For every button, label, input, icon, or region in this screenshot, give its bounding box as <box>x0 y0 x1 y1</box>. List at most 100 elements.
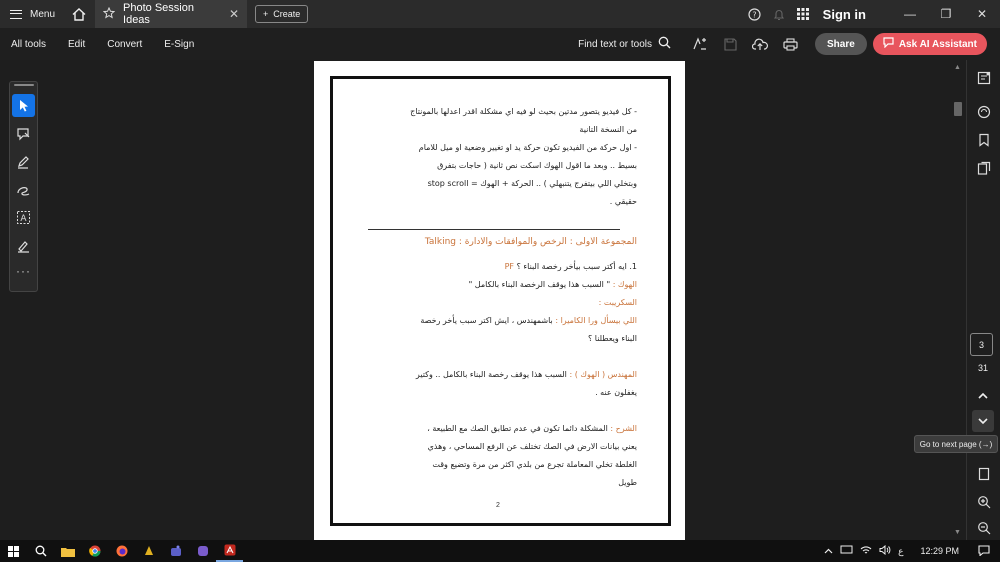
engineer-line: المهندس ( الهوك ) : السبب هذا يوقف رخصة … <box>377 366 637 384</box>
bullet-line: - اول حركة من الفيديو تكون حركة يد او تغ… <box>418 143 637 152</box>
comment-icon <box>17 127 30 140</box>
acrobat-icon[interactable] <box>216 540 243 562</box>
network-status-icon[interactable] <box>840 545 853 557</box>
hook-line: الهوك : " السبب هذا يوقف الرخصة البناء ب… <box>377 276 637 294</box>
apps-grid-icon[interactable] <box>791 8 815 20</box>
bookmarks-icon[interactable] <box>974 130 994 150</box>
close-window-button[interactable]: ✕ <box>964 7 1000 21</box>
taskbar-clock[interactable]: 12:29 PM <box>920 546 959 556</box>
hamburger-icon <box>10 9 22 19</box>
chrome-icon[interactable] <box>81 540 108 562</box>
windows-taskbar: ع 12:29 PM <box>0 540 1000 562</box>
ai-summary-icon[interactable] <box>974 68 994 88</box>
pen-highlight-icon <box>18 155 29 169</box>
search-icon <box>658 36 671 52</box>
teams-icon[interactable] <box>162 540 189 562</box>
notification-center-icon[interactable] <box>978 544 990 558</box>
wifi-icon[interactable] <box>860 545 872 557</box>
notification-bell-icon[interactable] <box>767 8 791 21</box>
hook-text: " السبب هذا يوقف الرخصة البناء بالكامل " <box>468 280 611 289</box>
start-windows-icon[interactable] <box>0 540 27 562</box>
scroll-down-arrow-icon[interactable]: ▼ <box>954 529 961 536</box>
svg-text:?: ? <box>753 10 757 19</box>
document-scrollbar[interactable]: ▲ ▼ <box>952 60 964 540</box>
text-box-tool[interactable]: A <box>12 206 35 229</box>
page-thumbnails-icon[interactable] <box>974 158 994 178</box>
upload-cloud-icon[interactable] <box>745 28 775 60</box>
more-tools-icon[interactable]: ··· <box>16 264 31 278</box>
question-block: 1. ايه أكتر سبب بيأخر رخصة البناء ؟ PF ا… <box>377 258 637 492</box>
signature-pen-icon <box>18 240 29 253</box>
scroll-up-arrow-icon[interactable]: ▲ <box>954 64 961 71</box>
freehand-draw-icon <box>17 186 30 196</box>
explain-line-cont: طويل <box>618 478 637 487</box>
comments-panel-icon[interactable] <box>974 102 994 122</box>
next-page-button[interactable] <box>972 410 994 432</box>
highlight-tool[interactable] <box>12 150 35 173</box>
onenote-icon[interactable] <box>189 540 216 562</box>
menu-button[interactable]: Menu <box>0 0 65 28</box>
engineer-text: السبب هذا يوقف رخصة البناء بالكامل .. وك… <box>415 370 567 379</box>
explain-line-cont: الغلطة تخلي المعاملة تجرع من بلدي اكثر م… <box>432 460 637 469</box>
create-label: Create <box>273 9 301 19</box>
esign-menu[interactable]: E-Sign <box>153 39 205 50</box>
all-tools-menu[interactable]: All tools <box>0 39 57 50</box>
cursor-arrow-icon <box>19 99 28 111</box>
input-language[interactable]: ع <box>898 546 903 557</box>
volume-icon[interactable] <box>879 544 891 557</box>
comment-tool[interactable] <box>12 122 35 145</box>
explain-label: الشرح : <box>610 424 637 433</box>
home-icon[interactable] <box>65 0 93 28</box>
engineer-line-cont: يغفلون عنه . <box>595 388 637 397</box>
tray-chevron-up-icon[interactable] <box>824 546 833 556</box>
text-box-icon: A <box>17 211 30 224</box>
bullet-line: حقيقي . <box>609 197 637 206</box>
page-export-icon[interactable] <box>974 464 994 484</box>
current-page-input[interactable]: 3 <box>970 333 993 356</box>
page-number: 2 <box>496 502 500 509</box>
find-label: Find text or tools <box>578 38 653 50</box>
star-icon[interactable] <box>102 6 116 22</box>
create-button[interactable]: + Create <box>255 5 309 23</box>
file-explorer-icon[interactable] <box>54 540 81 562</box>
tab-close-icon[interactable]: ✕ <box>229 7 239 21</box>
tab-title: Photo Session Ideas <box>123 2 194 26</box>
ai-label: Ask AI Assistant <box>898 38 977 50</box>
help-icon[interactable]: ? <box>743 7 767 21</box>
ask-ai-assistant-button[interactable]: Ask AI Assistant <box>872 33 987 55</box>
sign-in-button[interactable]: Sign in <box>823 7 866 22</box>
question-text: 1. ايه أكتر سبب بيأخر رخصة البناء ؟ <box>516 262 637 271</box>
minimize-button[interactable]: — <box>892 7 928 21</box>
tool-palette: A ··· <box>9 81 38 292</box>
sign-tool[interactable] <box>12 234 35 257</box>
palette-grip[interactable] <box>14 84 34 86</box>
share-button[interactable]: Share <box>815 33 867 55</box>
scrollbar-thumb[interactable] <box>954 102 962 116</box>
document-tab[interactable]: Photo Session Ideas ✕ <box>95 0 248 28</box>
select-tool[interactable] <box>12 94 35 117</box>
script-label: السكريبت : <box>598 298 637 307</box>
winamp-icon[interactable] <box>135 540 162 562</box>
edit-menu[interactable]: Edit <box>57 39 96 50</box>
search-taskbar-icon[interactable] <box>27 540 54 562</box>
hook-label: الهوك : <box>612 280 637 289</box>
ai-tools-icon[interactable] <box>685 28 715 60</box>
firefox-icon[interactable] <box>108 540 135 562</box>
draw-tool[interactable] <box>12 178 35 201</box>
zoom-in-icon[interactable] <box>974 492 994 512</box>
maximize-button[interactable]: ❐ <box>928 7 964 21</box>
chevron-down-icon <box>978 417 988 424</box>
plus-icon: + <box>263 9 269 19</box>
save-icon[interactable] <box>715 28 745 60</box>
bullet-line: وبتخلي اللي بيتفرج يتنبهلي ) .. الحركة +… <box>427 179 637 188</box>
engineer-label: المهندس ( الهوك ) : <box>569 370 637 379</box>
find-tools-search[interactable]: Find text or tools <box>578 36 671 52</box>
zoom-out-icon[interactable] <box>974 518 994 538</box>
question-tag: PF <box>504 262 515 271</box>
previous-page-button[interactable] <box>972 384 994 406</box>
print-icon[interactable] <box>775 28 805 60</box>
asker-line: اللي بيسأل ورا الكاميرا : باشمهندس ، ايش… <box>377 312 637 330</box>
asker-line-cont: البناء ويعطلنا ؟ <box>587 334 637 343</box>
convert-menu[interactable]: Convert <box>96 39 153 50</box>
system-tray: ع 12:29 PM <box>824 544 1000 558</box>
